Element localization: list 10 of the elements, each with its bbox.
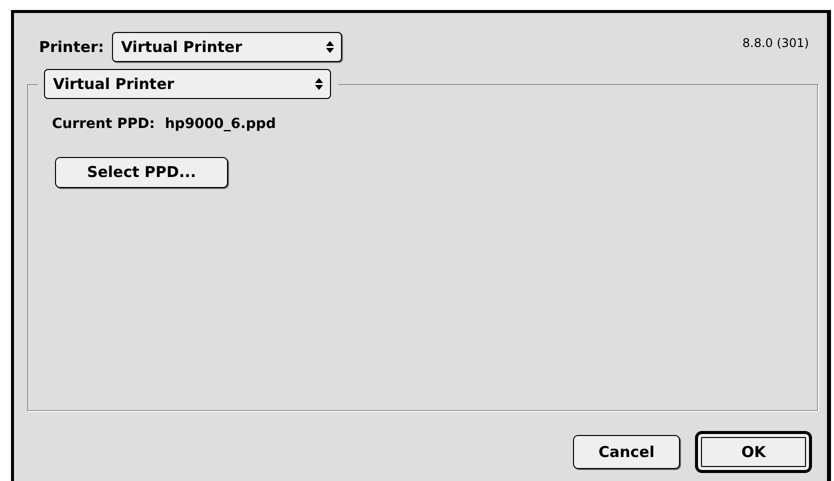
up-down-arrows-icon xyxy=(314,77,324,91)
current-ppd-label: Current PPD: xyxy=(52,115,155,134)
up-down-arrows-icon xyxy=(324,40,335,54)
current-ppd-value: hp9000_6.ppd xyxy=(164,115,276,134)
cancel-button[interactable]: Cancel xyxy=(573,435,680,469)
ok-button[interactable]: OK xyxy=(695,431,812,473)
version-text: 8.8.0 (301) xyxy=(742,35,809,52)
select-ppd-button[interactable]: Select PPD... xyxy=(55,157,228,188)
printer-label: Printer: xyxy=(39,36,104,58)
printer-popup[interactable]: Virtual Printer xyxy=(112,32,342,62)
